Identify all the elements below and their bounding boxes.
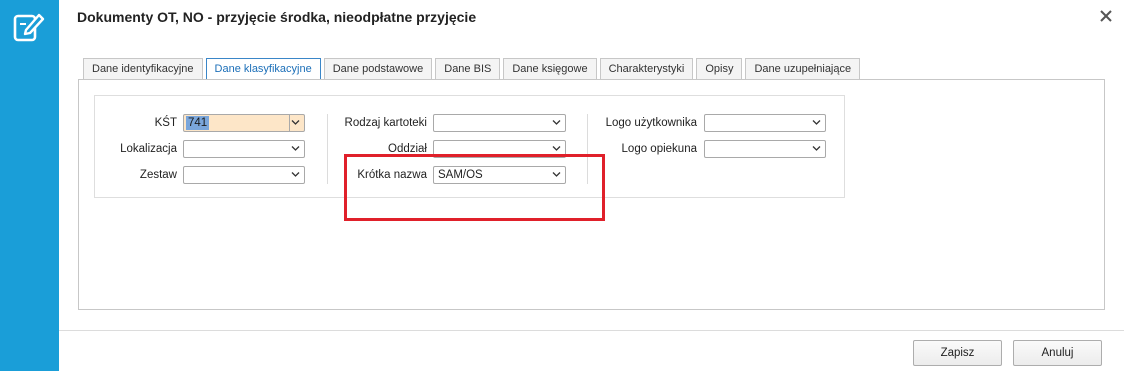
tab-dane-identyfikacyjne[interactable]: Dane identyfikacyjne — [83, 58, 203, 79]
zestaw-label: Zestaw — [139, 169, 177, 181]
logo-opiekuna-select[interactable] — [704, 140, 826, 158]
rodzaj-kartoteki-label: Rodzaj kartoteki — [344, 117, 427, 129]
cancel-button[interactable]: Anuluj — [1013, 340, 1102, 366]
save-button[interactable]: Zapisz — [913, 340, 1002, 366]
chevron-down-icon[interactable] — [812, 145, 821, 152]
tab-dane-klasyfikacyjne[interactable]: Dane klasyfikacyjne — [205, 58, 321, 81]
close-icon[interactable] — [1098, 8, 1114, 24]
tab-dane-podstawowe[interactable]: Dane podstawowe — [323, 58, 433, 79]
chevron-down-icon[interactable] — [291, 119, 300, 126]
title-bar: Dokumenty OT, NO - przyjęcie środka, nie… — [59, 0, 1124, 35]
chevron-down-icon[interactable] — [552, 145, 561, 152]
logo-opiekuna-label: Logo opiekuna — [621, 143, 697, 155]
chevron-down-icon[interactable] — [812, 119, 821, 126]
document-edit-icon — [13, 13, 45, 42]
tab-bar: Dane identyfikacyjne Dane klasyfikacyjne… — [83, 58, 863, 81]
kst-select[interactable]: 741 — [183, 114, 305, 132]
chevron-down-icon[interactable] — [552, 119, 561, 126]
sidebar — [0, 0, 59, 371]
column-divider — [327, 114, 328, 184]
dialog-footer: Zapisz Anuluj — [59, 330, 1124, 372]
kst-value: 741 — [186, 116, 210, 130]
highlight-annotation — [344, 154, 605, 221]
zestaw-select[interactable] — [183, 166, 305, 184]
logo-uzytkownika-label: Logo użytkownika — [605, 117, 697, 129]
chevron-down-icon[interactable] — [291, 145, 300, 152]
window-title: Dokumenty OT, NO - przyjęcie środka, nie… — [77, 9, 477, 25]
chevron-down-icon[interactable] — [291, 171, 300, 178]
kst-label: KŚT — [154, 117, 177, 129]
tab-dane-bis[interactable]: Dane BIS — [435, 58, 501, 79]
rodzaj-kartoteki-select[interactable] — [433, 114, 566, 132]
tab-opisy[interactable]: Opisy — [696, 58, 743, 79]
lokalizacja-select[interactable] — [183, 140, 305, 158]
tab-dane-ksiegowe[interactable]: Dane księgowe — [503, 58, 597, 79]
lokalizacja-label: Lokalizacja — [120, 143, 177, 155]
tab-dane-uzupelniajace[interactable]: Dane uzupełniające — [745, 58, 861, 79]
kst-separator — [289, 115, 290, 131]
logo-uzytkownika-select[interactable] — [704, 114, 826, 132]
tab-charakterystyki[interactable]: Charakterystyki — [599, 58, 694, 79]
